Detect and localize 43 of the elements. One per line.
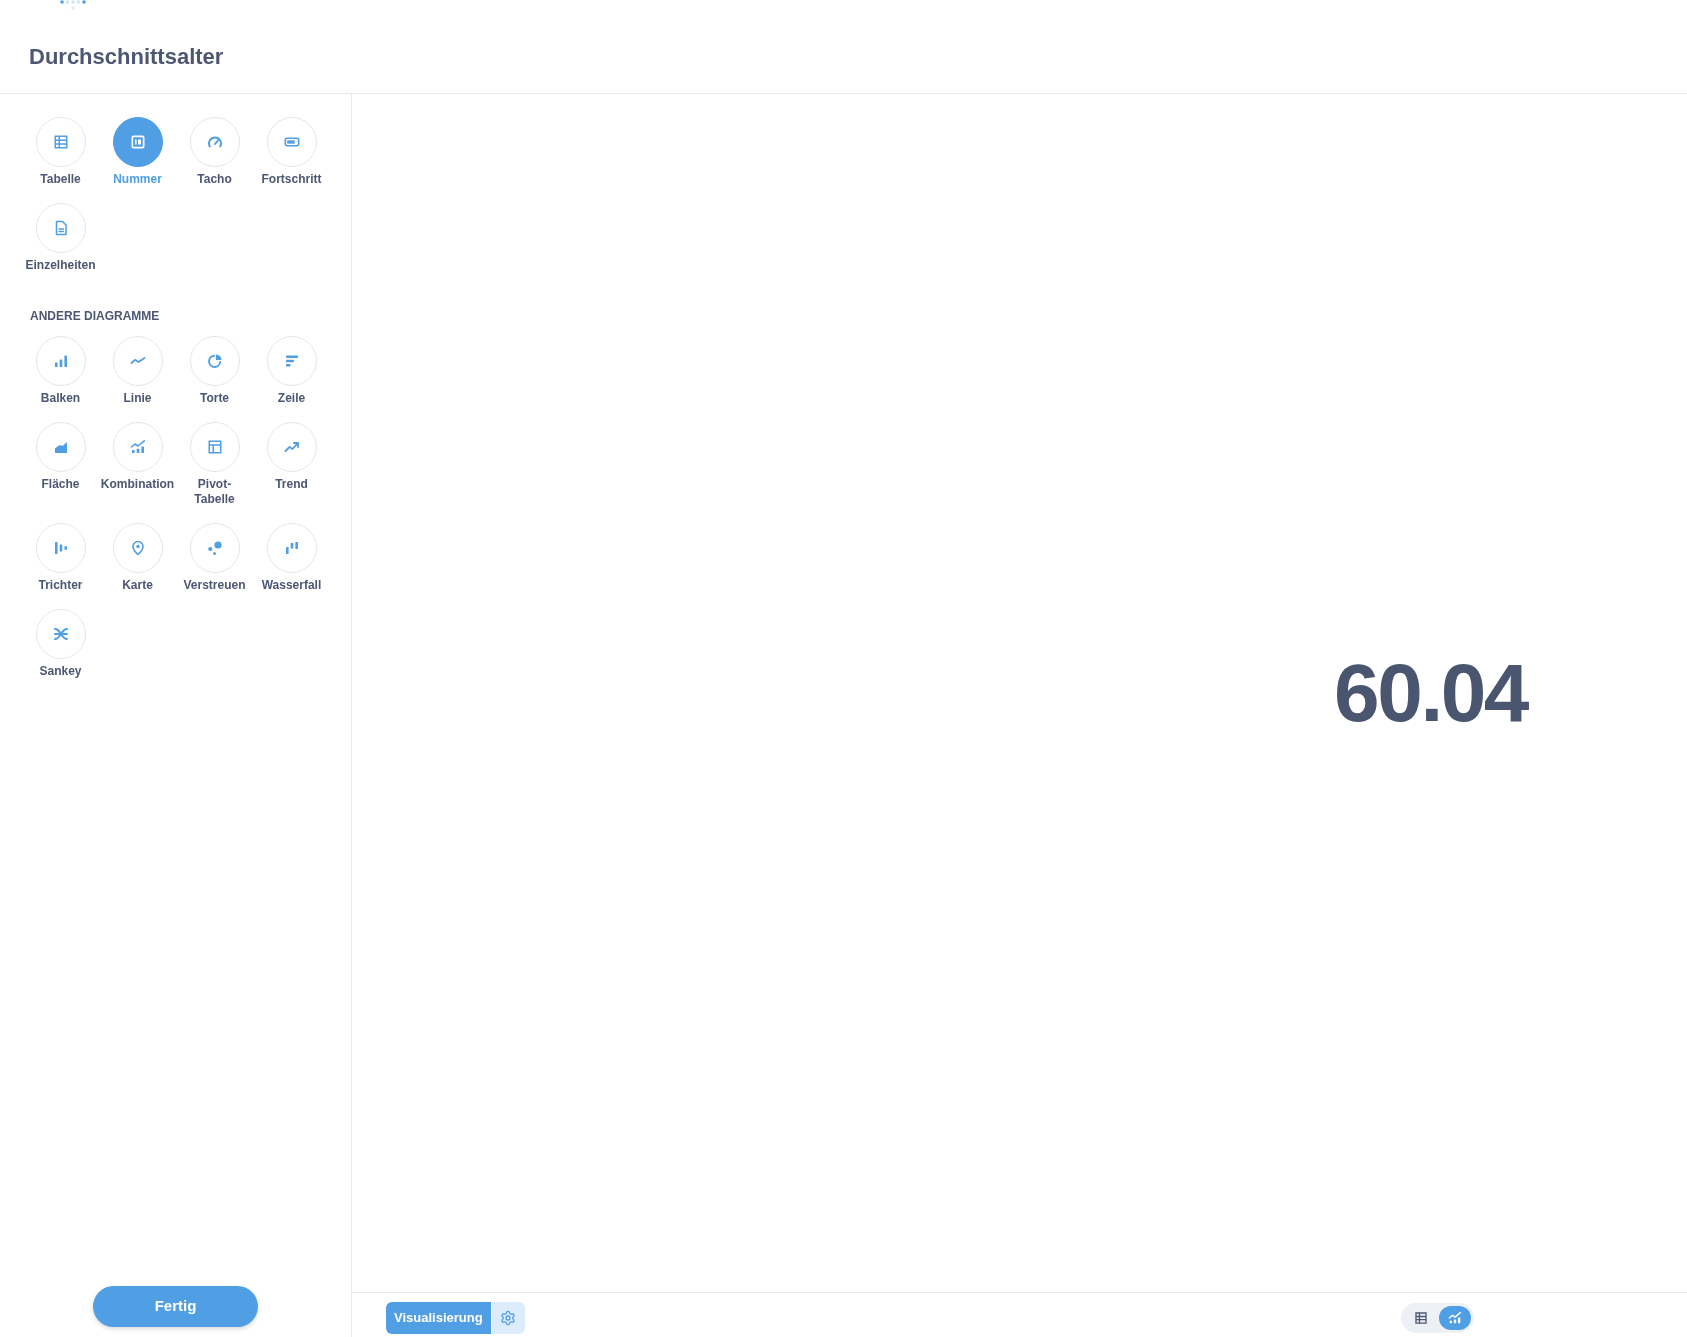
progress-bar-icon xyxy=(266,117,317,167)
scatter-dots-icon xyxy=(189,523,240,573)
map-pin-icon xyxy=(112,523,163,573)
waterfall-chart-icon xyxy=(266,523,317,573)
chart-type-option[interactable]: Sankey xyxy=(22,609,99,679)
chart-type-option[interactable]: Fläche xyxy=(22,422,99,492)
row-chart-icon xyxy=(266,336,317,386)
chart-type-option[interactable]: Fortschritt xyxy=(253,117,330,187)
chart-type-option[interactable]: Linie xyxy=(99,336,176,406)
document-icon xyxy=(35,203,86,253)
chart-type-option[interactable]: Zeile xyxy=(253,336,330,406)
settings-button[interactable] xyxy=(491,1302,525,1334)
chart-type-option[interactable]: Pivot-Tabelle xyxy=(176,422,253,507)
chart-type-option[interactable]: Torte xyxy=(176,336,253,406)
chart-type-option[interactable]: Kombination xyxy=(99,422,176,492)
chart-type-option[interactable]: Karte xyxy=(99,523,176,593)
table-icon xyxy=(35,117,86,167)
chart-type-option[interactable]: Tacho xyxy=(176,117,253,187)
gauge-icon xyxy=(189,117,240,167)
page-title: Durchschnittsalter xyxy=(29,44,225,70)
bar-chart-icon xyxy=(35,336,86,386)
funnel-bars-icon xyxy=(35,523,86,573)
loading-dots-icon xyxy=(60,0,86,10)
pivot-table-icon xyxy=(189,422,240,472)
chart-type-option[interactable]: Verstreuen xyxy=(176,523,253,593)
combo-chart-icon xyxy=(112,422,163,472)
chart-type-option[interactable]: Trend xyxy=(253,422,330,492)
settings-icon xyxy=(500,1310,517,1326)
pie-chart-icon xyxy=(189,336,240,386)
chart-view-button[interactable] xyxy=(1439,1306,1471,1330)
number-tile-icon xyxy=(112,117,163,167)
chart-type-option[interactable]: Trichter xyxy=(22,523,99,593)
chart-type-option[interactable]: Einzelheiten xyxy=(22,203,99,273)
chart-type-option[interactable]: Wasserfall xyxy=(253,523,330,593)
table-icon xyxy=(1414,1311,1428,1325)
chart-type-option[interactable]: Tabelle xyxy=(22,117,99,187)
chart-type-option[interactable]: Balken xyxy=(22,336,99,406)
combo-chart-icon xyxy=(1448,1311,1462,1325)
area-chart-icon xyxy=(35,422,86,472)
metric-value: 60.04 xyxy=(1334,646,1527,740)
sankey-flow-icon xyxy=(35,609,86,659)
section-heading: ANDERE DIAGRAMME xyxy=(30,309,160,324)
line-chart-icon xyxy=(112,336,163,386)
